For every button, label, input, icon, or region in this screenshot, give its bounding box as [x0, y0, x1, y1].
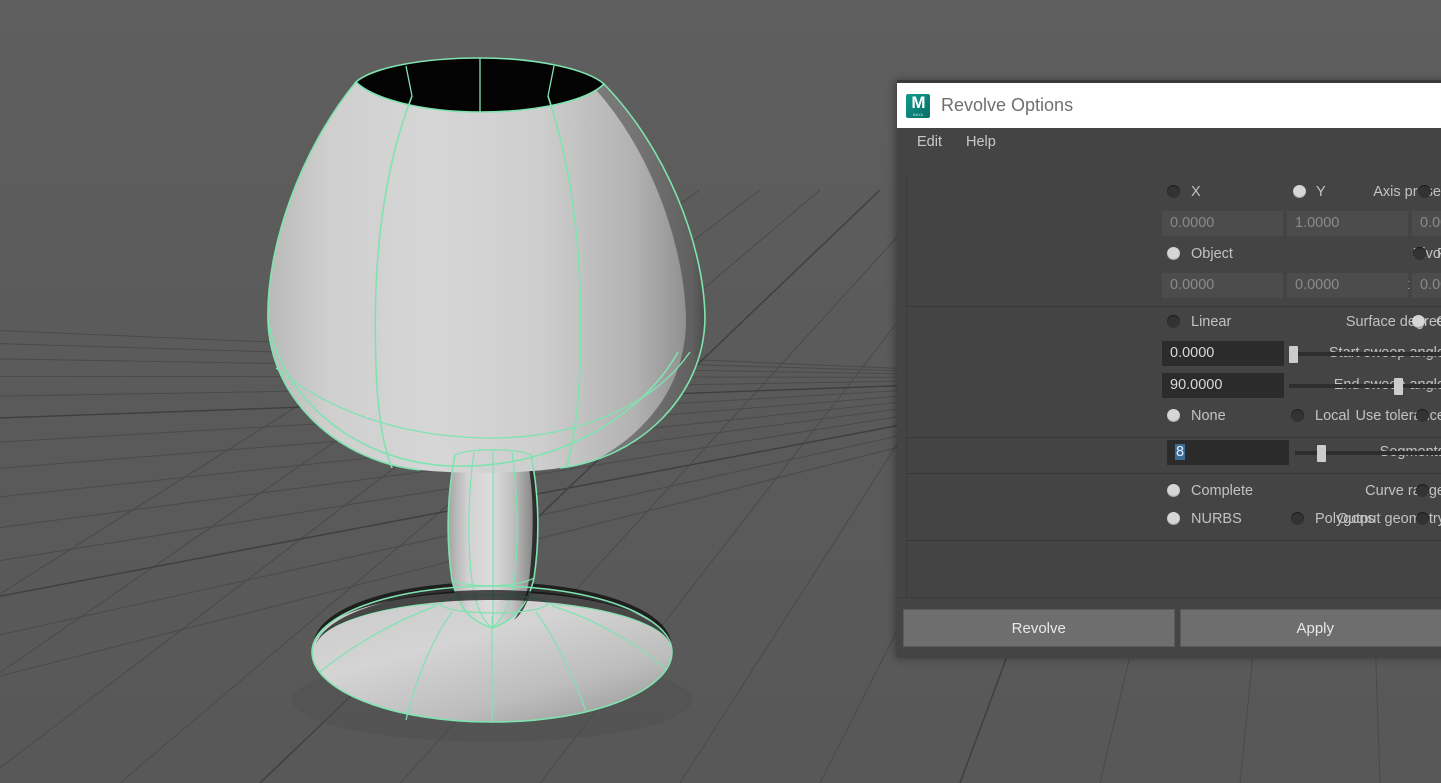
- radio-label-output-geometry-nurbs[interactable]: NURBS: [1191, 509, 1242, 529]
- segments-field[interactable]: 8: [1167, 440, 1289, 465]
- row-axis-preset: Axis preset: X Y Z: [897, 182, 1441, 212]
- revolved-wine-glass-object: [267, 57, 706, 742]
- pivot-point-z-field: 0.0000: [1412, 273, 1441, 298]
- radio-axis-preset-y[interactable]: [1293, 185, 1306, 198]
- dialog-title: Revolve Options: [941, 95, 1074, 115]
- row-pivot-point: Pivot point: 0.0000 0.0000 0.0000: [897, 273, 1441, 305]
- radio-output-geometry-polygons[interactable]: [1291, 512, 1304, 525]
- row-use-tolerance: Use tolerance: None Local Global: [897, 406, 1441, 436]
- axis-z-field: 0.0000: [1412, 211, 1441, 236]
- radio-label-pivot-preset[interactable]: Preset: [1437, 244, 1441, 264]
- maya-logo-letter: M: [911, 93, 925, 112]
- maya-application-window: M MAYA Revolve Options Edit Help Axis pr…: [0, 0, 1441, 783]
- radio-label-surface-degree-cubic[interactable]: Cubic: [1436, 312, 1441, 332]
- section-divider-4: [906, 540, 1441, 541]
- axis-x-field: 0.0000: [1162, 211, 1283, 236]
- radio-use-tolerance-none[interactable]: [1167, 409, 1180, 422]
- radio-label-use-tolerance-none[interactable]: None: [1191, 406, 1226, 426]
- radio-curve-range-complete[interactable]: [1167, 484, 1180, 497]
- dialog-menubar[interactable]: Edit Help: [897, 128, 1441, 156]
- radio-surface-degree-cubic[interactable]: [1412, 315, 1425, 328]
- row-curve-range: Curve range: Complete Partial: [897, 481, 1441, 511]
- revolve-button[interactable]: Revolve: [903, 609, 1175, 647]
- row-surface-degree: Surface degree: Linear Cubic: [897, 312, 1441, 342]
- radio-pivot-preset[interactable]: [1413, 247, 1426, 260]
- menu-item-edit[interactable]: Edit: [905, 131, 954, 153]
- section-divider-2: [906, 437, 1441, 438]
- radio-curve-range-partial[interactable]: [1416, 484, 1429, 497]
- dialog-body: Axis preset: X Y Z Axis: 0.0000 1.0000 0…: [897, 156, 1441, 607]
- revolve-options-dialog[interactable]: M MAYA Revolve Options Edit Help Axis pr…: [897, 80, 1441, 658]
- radio-use-tolerance-local[interactable]: [1291, 409, 1304, 422]
- menu-item-help[interactable]: Help: [954, 131, 1008, 153]
- row-pivot: Pivot: Object Preset: [897, 244, 1441, 274]
- maya-logo-icon: M MAYA: [906, 93, 930, 118]
- segments-value: 8: [1175, 444, 1186, 460]
- radio-output-geometry-nurbs[interactable]: [1167, 512, 1180, 525]
- radio-label-curve-range-complete[interactable]: Complete: [1191, 481, 1253, 501]
- radio-label-axis-preset-x[interactable]: X: [1191, 182, 1201, 202]
- slider-track: [1289, 384, 1441, 388]
- axis-y-field: 1.0000: [1287, 211, 1408, 236]
- dialog-button-bar: Revolve Apply: [897, 597, 1441, 658]
- radio-label-pivot-object[interactable]: Object: [1191, 244, 1233, 264]
- segments-slider[interactable]: [1295, 440, 1441, 465]
- radio-label-surface-degree-linear[interactable]: Linear: [1191, 312, 1231, 332]
- dialog-titlebar[interactable]: M MAYA Revolve Options: [897, 83, 1441, 128]
- row-end-sweep-angle: End sweep angle: 90.0000: [897, 373, 1441, 405]
- radio-use-tolerance-global[interactable]: [1416, 409, 1429, 422]
- section-divider-1: [906, 306, 1441, 307]
- radio-axis-preset-x[interactable]: [1167, 185, 1180, 198]
- end-sweep-angle-field[interactable]: 90.0000: [1162, 373, 1284, 398]
- row-segments: Segments: 8: [897, 440, 1441, 472]
- label-surface-degree: Surface degree:: [1345, 314, 1441, 330]
- row-output-geometry: Output geometry: NURBS Polygons Bezier: [897, 509, 1441, 539]
- slider-handle[interactable]: [1394, 378, 1403, 395]
- start-sweep-angle-slider[interactable]: [1289, 341, 1441, 366]
- radio-axis-preset-z[interactable]: [1418, 185, 1431, 198]
- slider-handle[interactable]: [1317, 445, 1326, 462]
- end-sweep-angle-slider[interactable]: [1289, 373, 1441, 398]
- apply-button[interactable]: Apply: [1179, 609, 1441, 647]
- pivot-point-y-field: 0.0000: [1287, 273, 1408, 298]
- slider-handle[interactable]: [1289, 346, 1298, 363]
- maya-logo-wordmark: MAYA: [912, 112, 924, 117]
- start-sweep-angle-field[interactable]: 0.0000: [1162, 341, 1284, 366]
- radio-surface-degree-linear[interactable]: [1167, 315, 1180, 328]
- row-start-sweep-angle: Start sweep angle: 0.0000: [897, 341, 1441, 373]
- pivot-point-x-field: 0.0000: [1162, 273, 1283, 298]
- radio-pivot-object[interactable]: [1167, 247, 1180, 260]
- radio-label-output-geometry-polygons[interactable]: Polygons: [1315, 509, 1375, 529]
- radio-label-axis-preset-y[interactable]: Y: [1316, 182, 1326, 202]
- row-axis: Axis: 0.0000 1.0000 0.0000: [897, 211, 1441, 243]
- slider-track: [1289, 352, 1441, 356]
- radio-output-geometry-bezier[interactable]: [1416, 512, 1429, 525]
- radio-label-use-tolerance-local[interactable]: Local: [1315, 406, 1350, 426]
- section-divider-3: [906, 473, 1441, 474]
